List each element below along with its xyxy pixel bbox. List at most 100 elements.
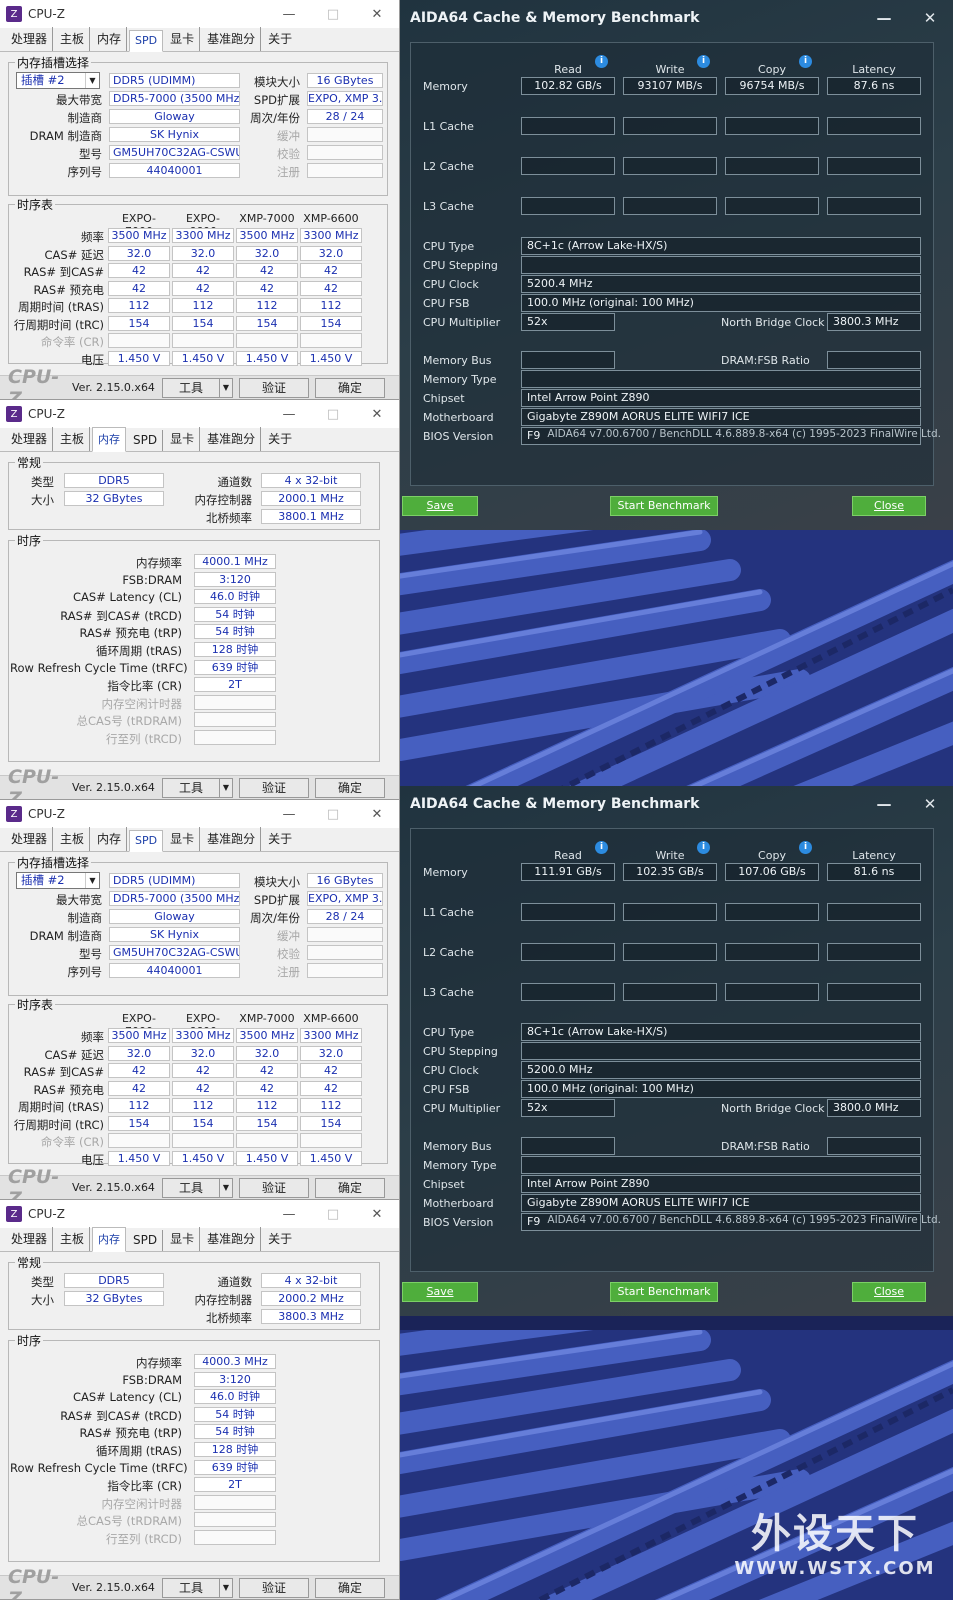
tab-spd[interactable]: SPD	[128, 1230, 164, 1251]
minimize-icon[interactable]: —	[267, 1207, 311, 1222]
tab-graphics[interactable]: 显卡	[165, 27, 201, 51]
validate-button[interactable]: 验证	[239, 377, 309, 398]
tools-button[interactable]: 工具	[162, 1177, 220, 1198]
timing-cell: 42	[236, 280, 298, 296]
maximize-icon[interactable]: □	[311, 7, 355, 22]
timing-cell	[236, 333, 298, 348]
tab-bench[interactable]: 基准跑分	[202, 27, 262, 51]
mem-size-field: 32 GBytes	[64, 491, 164, 506]
ok-button[interactable]: 确定	[315, 377, 385, 398]
timing-cell: 1.450 V	[172, 1150, 234, 1166]
minimize-icon[interactable]: —	[861, 9, 907, 27]
tab-bench[interactable]: 基准跑分	[202, 827, 262, 851]
tab-about[interactable]: 关于	[263, 27, 297, 51]
start-benchmark-button[interactable]: Start Benchmark	[610, 1282, 718, 1302]
tab-bench[interactable]: 基准跑分	[202, 427, 262, 451]
minimize-icon[interactable]: —	[267, 807, 311, 822]
validate-button[interactable]: 验证	[239, 777, 309, 798]
close-button[interactable]: Close	[852, 496, 926, 516]
validate-button[interactable]: 验证	[239, 1577, 309, 1598]
tools-dropdown-icon[interactable]: ▼	[219, 777, 233, 798]
tab-memory[interactable]: 内存	[92, 827, 128, 851]
tools-button[interactable]: 工具	[162, 1577, 220, 1598]
maximize-icon[interactable]: □	[311, 407, 355, 422]
timing-cell: 112	[108, 298, 170, 313]
close-icon[interactable]: ✕	[355, 407, 399, 422]
tools-dropdown-icon[interactable]: ▼	[219, 1577, 233, 1598]
tab-memory[interactable]: 内存	[92, 1227, 127, 1252]
tab-mainboard[interactable]: 主板	[55, 427, 91, 451]
tools-button[interactable]: 工具	[162, 377, 220, 398]
tab-graphics[interactable]: 显卡	[165, 427, 201, 451]
serial-field: 44040001	[109, 163, 240, 178]
close-icon[interactable]: ✕	[355, 7, 399, 22]
cpuz-footer: CPU-Z Ver. 2.15.0.x64 工具 ▼ 验证 确定	[0, 366, 399, 399]
channels-label: 通道数	[217, 475, 253, 489]
save-button[interactable]: Save	[402, 496, 478, 516]
tab-graphics[interactable]: 显卡	[165, 1227, 201, 1251]
tab-mainboard[interactable]: 主板	[55, 27, 91, 51]
nb-clock-label: North Bridge Clock	[721, 1102, 825, 1115]
cpu-info-value	[521, 256, 921, 274]
tab-bench[interactable]: 基准跑分	[202, 1227, 262, 1251]
tools-button[interactable]: 工具	[162, 777, 220, 798]
tools-dropdown-icon[interactable]: ▼	[219, 377, 233, 398]
nb-freq-label: 北桥频率	[206, 511, 252, 525]
timing-cell: 112	[108, 1098, 170, 1113]
validate-button[interactable]: 验证	[239, 1177, 309, 1198]
tab-cpu[interactable]: 处理器	[6, 27, 54, 51]
chevron-down-icon[interactable]: ▼	[85, 73, 99, 88]
copy-info-icon[interactable]: i	[799, 55, 812, 68]
minimize-icon[interactable]: —	[267, 407, 311, 422]
copy-info-icon[interactable]: i	[799, 841, 812, 854]
close-icon[interactable]: ✕	[907, 795, 953, 813]
tab-cpu[interactable]: 处理器	[6, 1227, 54, 1251]
slot-select[interactable]: 插槽 #2 ▼	[16, 72, 100, 89]
minimize-icon[interactable]: —	[861, 795, 907, 813]
serial-field: 44040001	[109, 963, 240, 978]
tab-mainboard[interactable]: 主板	[55, 827, 91, 851]
slot-select[interactable]: 插槽 #2 ▼	[16, 872, 100, 889]
chevron-down-icon[interactable]: ▼	[85, 873, 99, 888]
ok-button[interactable]: 确定	[315, 777, 385, 798]
tab-spd[interactable]: SPD	[128, 430, 164, 451]
close-icon[interactable]: ✕	[355, 1207, 399, 1222]
week-year-label: 周次/年份	[250, 111, 300, 125]
tab-about[interactable]: 关于	[263, 1227, 297, 1251]
channels-field: 4 x 32-bit	[261, 473, 361, 488]
maximize-icon[interactable]: □	[311, 1207, 355, 1222]
timing-cell: 42	[236, 1063, 298, 1078]
ok-button[interactable]: 确定	[315, 1177, 385, 1198]
close-icon[interactable]: ✕	[355, 807, 399, 822]
timing-label: 内存频率	[136, 1356, 182, 1370]
profile-header: XMP-6600	[303, 212, 359, 225]
tab-cpu[interactable]: 处理器	[6, 427, 54, 451]
timings-group-label: 时序	[15, 1332, 44, 1349]
write-info-icon[interactable]: i	[697, 841, 710, 854]
timing-label: RAS# 到CAS# (tRCD)	[60, 1408, 182, 1423]
watermark-title: 外设天下	[751, 1511, 919, 1557]
tab-spd[interactable]: SPD	[129, 30, 164, 52]
cpuz-footer: CPU-Z Ver. 2.15.0.x64 工具 ▼ 验证 确定	[0, 1566, 399, 1599]
read-info-icon[interactable]: i	[595, 841, 608, 854]
maximize-icon[interactable]: □	[311, 807, 355, 822]
tab-cpu[interactable]: 处理器	[6, 827, 54, 851]
read-info-icon[interactable]: i	[595, 55, 608, 68]
tab-mainboard[interactable]: 主板	[55, 1227, 91, 1251]
tab-spd[interactable]: SPD	[129, 830, 164, 852]
cpuz-logo-icon: Z	[6, 806, 22, 822]
tab-about[interactable]: 关于	[263, 427, 297, 451]
tab-memory[interactable]: 内存	[92, 427, 127, 452]
save-button[interactable]: Save	[402, 1282, 478, 1302]
start-benchmark-button[interactable]: Start Benchmark	[610, 496, 718, 516]
ok-button[interactable]: 确定	[315, 1577, 385, 1598]
minimize-icon[interactable]: —	[267, 7, 311, 22]
close-icon[interactable]: ✕	[907, 9, 953, 27]
write-info-icon[interactable]: i	[697, 55, 710, 68]
mem-type-field: DDR5	[64, 1273, 164, 1288]
tools-dropdown-icon[interactable]: ▼	[219, 1177, 233, 1198]
tab-about[interactable]: 关于	[263, 827, 297, 851]
tab-graphics[interactable]: 显卡	[165, 827, 201, 851]
close-button[interactable]: Close	[852, 1282, 926, 1302]
tab-memory[interactable]: 内存	[92, 27, 128, 51]
